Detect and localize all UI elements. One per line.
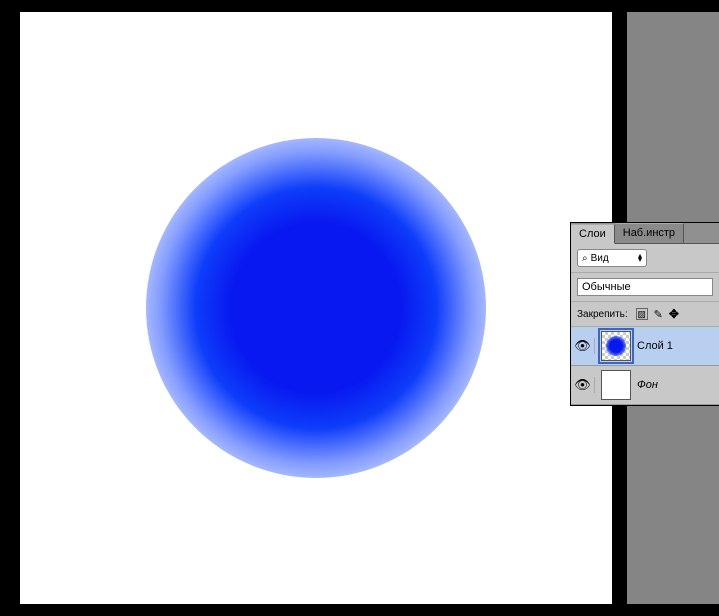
search-icon: ⌕ <box>582 253 588 264</box>
eye-icon: 👁 <box>574 338 591 354</box>
filter-label: Вид <box>591 253 609 264</box>
canvas-artwork-circle <box>146 138 486 478</box>
blend-mode-row: Обычные <box>571 273 719 302</box>
layers-panel: Слои Наб.инстр ⌕ Вид ▴▾ Обычные Закрепит… <box>570 222 719 406</box>
lock-icons: ▨ ✎ ✥ <box>636 307 679 321</box>
layer-item-1[interactable]: 👁 Слой 1 <box>571 327 719 366</box>
dropdown-arrows-icon: ▴▾ <box>638 254 642 262</box>
visibility-toggle[interactable]: 👁 <box>575 377 595 393</box>
lock-row: Закрепить: ▨ ✎ ✥ <box>571 302 719 327</box>
tab-layers[interactable]: Слои <box>571 224 615 244</box>
canvas[interactable] <box>20 12 612 604</box>
eye-icon: 👁 <box>574 377 591 393</box>
blend-mode-dropdown[interactable]: Обычные <box>577 278 713 296</box>
tab-presets[interactable]: Наб.инстр <box>615 223 684 243</box>
thumb-circle <box>606 336 626 356</box>
layer-filter-dropdown[interactable]: ⌕ Вид ▴▾ <box>577 249 647 267</box>
layer-thumbnail[interactable] <box>601 370 631 400</box>
search-row: ⌕ Вид ▴▾ <box>571 244 719 273</box>
lock-label: Закрепить: <box>577 309 628 320</box>
lock-pixels-icon[interactable]: ✎ <box>654 308 663 321</box>
layer-thumbnail[interactable] <box>601 331 631 361</box>
layer-name[interactable]: Фон <box>637 379 658 391</box>
panel-tabs: Слои Наб.инстр <box>571 223 719 244</box>
layer-list: 👁 Слой 1 👁 Фон <box>571 327 719 405</box>
lock-position-icon[interactable]: ✥ <box>669 307 679 321</box>
layer-name[interactable]: Слой 1 <box>637 340 673 352</box>
lock-transparent-icon[interactable]: ▨ <box>636 308 648 320</box>
visibility-toggle[interactable]: 👁 <box>575 338 595 354</box>
layer-item-background[interactable]: 👁 Фон <box>571 366 719 405</box>
